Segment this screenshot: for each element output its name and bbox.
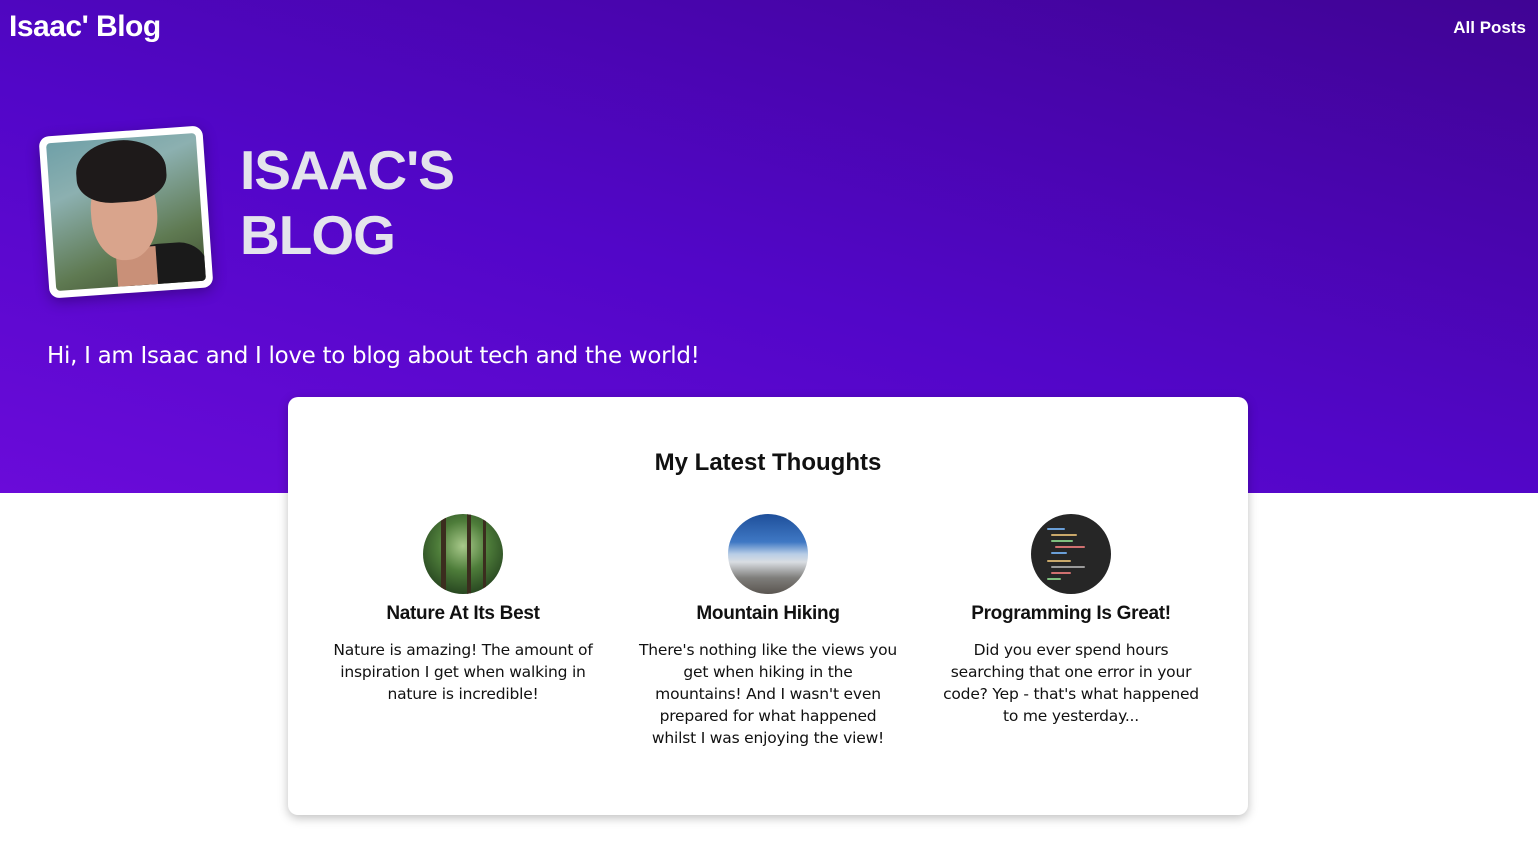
hero-tagline: Hi, I am Isaac and I love to blog about … — [47, 343, 700, 369]
post-excerpt: Did you ever spend hours searching that … — [943, 641, 1199, 725]
code-image[interactable] — [1031, 514, 1111, 594]
post-card-nature[interactable]: Nature At Its Best Nature is amazing! Th… — [333, 514, 593, 705]
hero-heading: ISAAC'S BLOG — [240, 138, 455, 268]
latest-posts-card: My Latest Thoughts Nature At Its Best Na… — [288, 397, 1248, 815]
mountain-image[interactable] — [728, 514, 808, 594]
nav-all-posts-link[interactable]: All Posts — [1453, 18, 1526, 38]
latest-posts-title: My Latest Thoughts — [654, 449, 882, 476]
post-excerpt: Nature is amazing! The amount of inspira… — [333, 641, 593, 703]
post-excerpt: There's nothing like the views you get w… — [638, 641, 897, 747]
profile-avatar — [46, 132, 206, 292]
post-title[interactable]: Mountain Hiking — [638, 603, 898, 625]
post-card-programming[interactable]: Programming Is Great! Did you ever spend… — [941, 514, 1201, 727]
forest-image[interactable] — [423, 514, 503, 594]
hero-heading-line-1: ISAAC'S — [240, 139, 455, 201]
post-title[interactable]: Nature At Its Best — [333, 603, 593, 625]
post-title[interactable]: Programming Is Great! — [941, 603, 1201, 625]
site-title-link[interactable]: Isaac' Blog — [9, 10, 161, 44]
hero-heading-line-2: BLOG — [240, 204, 396, 266]
post-card-mountain[interactable]: Mountain Hiking There's nothing like the… — [638, 514, 898, 749]
profile-avatar-frame — [38, 125, 214, 299]
